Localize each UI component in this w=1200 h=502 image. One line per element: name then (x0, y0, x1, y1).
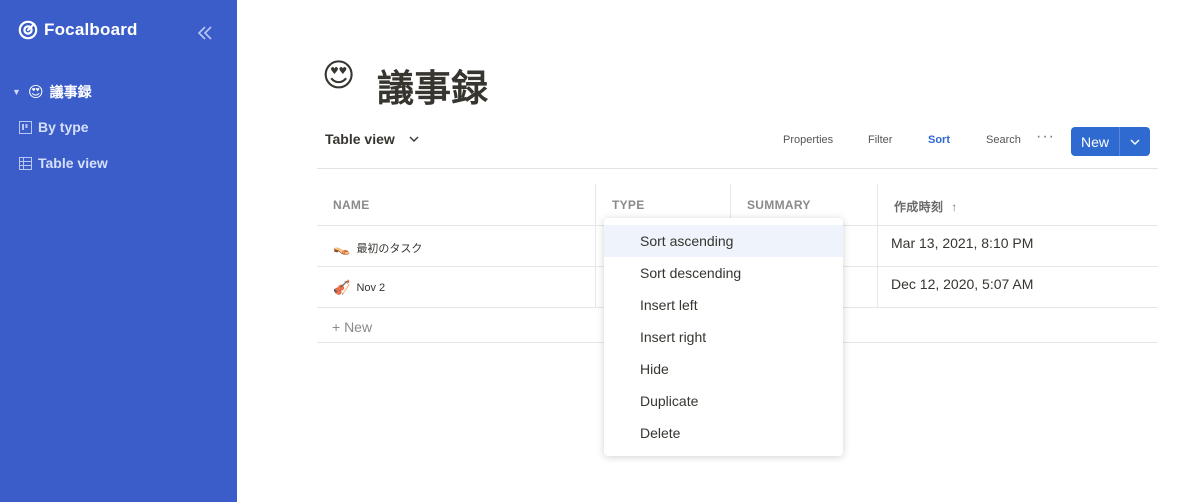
more-options-icon[interactable]: ··· (1036, 128, 1055, 146)
new-dropdown[interactable] (1120, 136, 1150, 148)
menu-item-delete[interactable]: Delete (604, 417, 843, 449)
sidebar-item-label: By type (38, 119, 89, 135)
sidebar: Focalboard ▼ 😍 議事録 By type Table view (0, 0, 237, 502)
column-context-menu: Sort ascending Sort descending Insert le… (604, 218, 843, 456)
menu-item-duplicate[interactable]: Duplicate (604, 385, 843, 417)
sidebar-item-label: Table view (38, 155, 108, 171)
page-title[interactable]: 議事録 (377, 58, 488, 112)
brand-name: Focalboard (44, 20, 138, 39)
menu-item-sort-descending[interactable]: Sort descending (604, 257, 843, 289)
column-divider[interactable] (595, 184, 596, 307)
new-button[interactable]: New (1071, 127, 1150, 156)
board-emoji-icon: 😍 (28, 84, 44, 101)
properties-button[interactable]: Properties (783, 134, 833, 146)
search-button[interactable]: Search (986, 134, 1021, 146)
sort-button[interactable]: Sort (928, 134, 950, 146)
new-button-label: New (1080, 133, 1109, 150)
collapse-sidebar-icon[interactable] (195, 24, 215, 42)
chevron-down-icon[interactable] (407, 132, 421, 146)
created-time-cell: Dec 12, 2020, 5:07 AM (891, 276, 1034, 292)
sidebar-item-by-type[interactable]: By type (19, 119, 89, 135)
sidebar-board-title: 議事録 (49, 84, 92, 100)
focalboard-logo-icon (18, 20, 38, 40)
add-new-row-button[interactable]: + New (332, 319, 372, 335)
column-divider[interactable] (877, 184, 878, 307)
sidebar-item-table-view[interactable]: Table view (19, 155, 108, 171)
card-emoji-icon: 👡 (333, 239, 351, 255)
chevron-down-icon (1130, 139, 1140, 145)
table-row[interactable]: 👡 最初のタスク (333, 239, 422, 256)
sidebar-item-board[interactable]: ▼ 😍 議事録 (12, 82, 92, 102)
column-header-name[interactable]: NAME (333, 198, 370, 212)
menu-item-hide[interactable]: Hide (604, 353, 843, 385)
table-row[interactable]: 🎻 Nov 2 (333, 279, 385, 296)
menu-item-sort-ascending[interactable]: Sort ascending (604, 225, 843, 257)
menu-item-insert-left[interactable]: Insert left (604, 289, 843, 321)
brand[interactable]: Focalboard (18, 20, 138, 40)
board-view-icon (19, 120, 32, 134)
header-divider (317, 168, 1158, 169)
column-header-type[interactable]: TYPE (612, 198, 645, 212)
sort-ascending-icon: ↑ (951, 199, 958, 214)
created-time-cell: Mar 13, 2021, 8:10 PM (891, 235, 1034, 251)
card-title: 最初のタスク (356, 242, 423, 255)
column-header-created[interactable]: 作成時刻 ↑ (894, 198, 958, 215)
column-header-summary[interactable]: SUMMARY (747, 198, 811, 212)
menu-item-insert-right[interactable]: Insert right (604, 321, 843, 353)
column-header-created-label: 作成時刻 (894, 200, 944, 214)
card-emoji-icon: 🎻 (333, 279, 351, 295)
table-view-icon (19, 156, 32, 170)
filter-button[interactable]: Filter (868, 134, 892, 146)
card-title: Nov 2 (356, 281, 386, 294)
view-title: Table view (325, 131, 395, 147)
view-selector[interactable]: Table view (325, 131, 421, 147)
caret-down-icon[interactable]: ▼ (12, 87, 22, 97)
page-emoji-icon[interactable]: 😍 (322, 56, 355, 94)
